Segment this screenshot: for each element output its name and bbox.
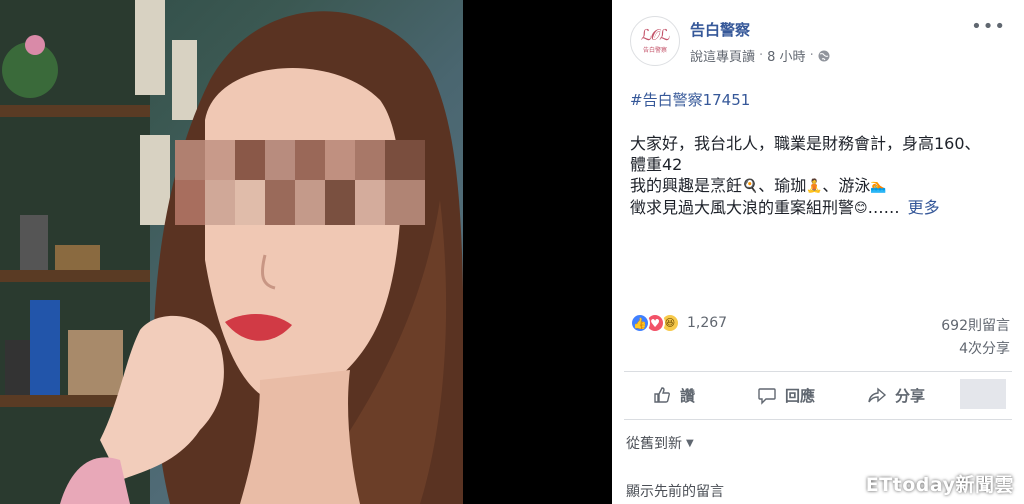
post-body: 大家好，我台北人，職業是財務會計，身高160、 體重42 我的興趣是烹飪🍳、瑜珈… [630, 133, 1010, 219]
post-body-text: 徵求見過大風大浪的重案組刑警 [630, 198, 855, 217]
chevron-down-icon: ▼ [686, 437, 694, 449]
page-avatar[interactable]: ℒ𝒪ℒ 告白警察 [630, 16, 680, 66]
comment-sort-dropdown[interactable]: 從舊到新 ▼ [626, 433, 694, 453]
post-meta: 說這專頁讀 · 8 小時 · [690, 46, 830, 65]
view-previous-comments-link[interactable]: 顯示先前的留言 [626, 481, 724, 501]
divider [624, 371, 1012, 372]
reaction-count: 1,267 [687, 315, 728, 331]
post-timestamp[interactable]: 8 小時 [767, 46, 805, 65]
pixelated-eyes [175, 140, 425, 225]
comment-bubble-icon [758, 388, 776, 405]
like-reaction-icon: 👍 [630, 313, 650, 333]
comment-button-label: 回應 [785, 386, 816, 405]
yoga-emoji-icon: 🧘 [806, 179, 823, 194]
post-body-line: 我的興趣是烹飪🍳、瑜珈🧘、游泳🏊 [630, 175, 1010, 197]
watermark-logo: ETtoday新聞雲 [865, 474, 1014, 496]
cooking-emoji-icon: 🍳 [742, 179, 759, 194]
share-button-label: 分享 [895, 386, 926, 405]
photo-letterbox [463, 0, 612, 504]
post-body-text: …… [867, 198, 900, 217]
share-button[interactable]: 分享 [867, 373, 925, 417]
shares-count-link[interactable]: 4次分享 [959, 338, 1010, 358]
divider [624, 419, 1012, 420]
see-more-link[interactable]: 更多 [908, 198, 940, 217]
more-options-icon[interactable]: ••• [971, 18, 1006, 36]
post-body-text: 、游泳 [822, 176, 871, 195]
post-body-line: 體重42 [630, 155, 683, 174]
like-button-label: 讚 [680, 386, 696, 405]
swimming-emoji-icon: 🏊 [870, 179, 887, 194]
page-logo-caption: 告白警察 [642, 47, 667, 54]
post-hashtag[interactable]: #告白警察17451 [630, 89, 750, 110]
viewer-avatar-placeholder[interactable] [960, 379, 1006, 409]
post-body-text: 我的興趣是烹飪 [630, 176, 743, 195]
blushing-emoji-icon: 😊 [854, 201, 868, 216]
comment-button[interactable]: 回應 [757, 373, 815, 417]
globe-icon [818, 50, 830, 61]
comments-count-link[interactable]: 692則留言 [941, 315, 1010, 335]
post-author-label[interactable]: 說這專頁讀 [690, 46, 755, 65]
post-body-line: 大家好，我台北人，職業是財務會計，身高160、 [630, 134, 981, 153]
share-arrow-icon [868, 387, 887, 403]
photo-illustration [0, 0, 463, 504]
post-body-text: 、瑜珈 [758, 176, 807, 195]
post-photo[interactable] [0, 0, 463, 504]
reactions-summary[interactable]: 👍 ♥ 😆 1,267 [630, 313, 727, 333]
post-panel: ℒ𝒪ℒ 告白警察 告白警察 說這專頁讀 · 8 小時 · ••• #告白警察17… [612, 0, 1024, 504]
page-name-link[interactable]: 告白警察 [690, 19, 750, 40]
thumbs-up-icon [654, 387, 670, 403]
comment-sort-label: 從舊到新 [626, 436, 682, 452]
post-body-line: 徵求見過大風大浪的重案組刑警😊…… 更多 [630, 197, 1010, 219]
like-button[interactable]: 讚 [652, 373, 695, 417]
meta-separator: · [809, 48, 814, 63]
page-logo: ℒ𝒪ℒ [640, 26, 670, 44]
meta-separator: · [759, 48, 764, 63]
